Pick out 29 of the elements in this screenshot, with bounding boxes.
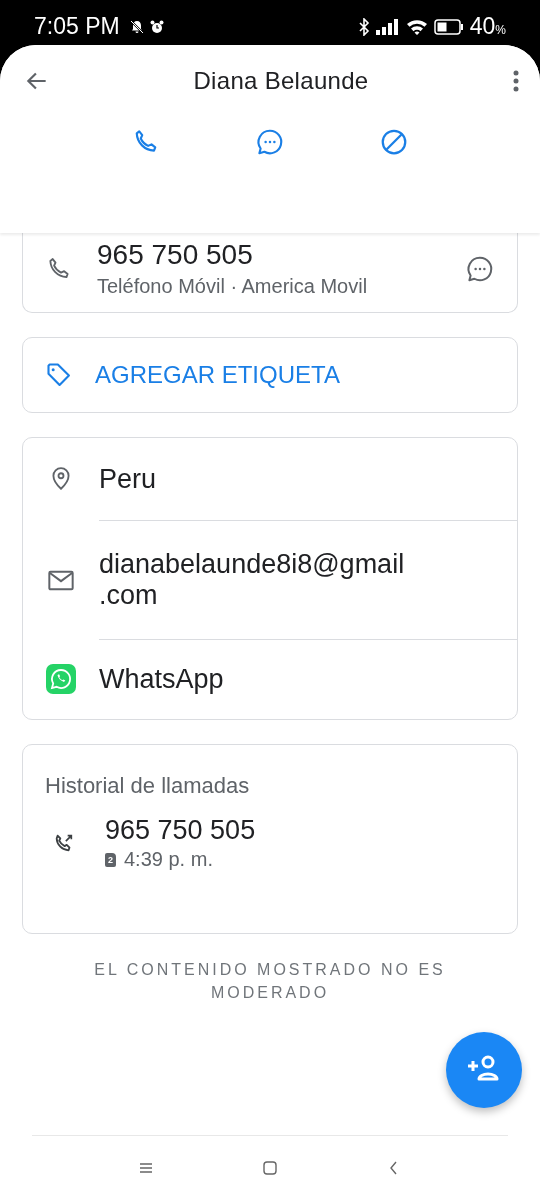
email-address[interactable]: dianabelaunde8i8@gmail .com [99,520,517,639]
whatsapp-icon [46,664,76,694]
battery-level: 40% [469,13,506,40]
notice-text: EL CONTENIDO MOSTRADO NO ES MODERADO [93,960,447,1003]
location-text[interactable]: Peru [99,447,517,511]
status-time: 7:05 PM [34,13,120,40]
silent-bell-icon [129,19,144,34]
signal-icon [375,18,400,35]
contact-name: Diana Belaunde [193,67,369,95]
tag-icon [45,361,73,389]
phone-number[interactable]: 965 750 505 [97,239,465,271]
wifi-icon [405,18,428,35]
add-tag-button[interactable]: AGREGAR ETIQUETA [22,337,518,413]
section-title: Historial de llamadas [45,773,251,799]
sim-badge: 2 [105,852,116,867]
battery-icon [433,18,464,35]
menu-icon [138,1161,154,1175]
bluetooth-icon [357,17,370,36]
add-contact-button[interactable] [446,1032,522,1108]
alarm-icon [149,19,164,34]
call-number[interactable]: 965 750 505 [105,815,256,846]
more-options-button[interactable] [512,68,520,94]
outgoing-call-icon [53,832,75,854]
block-button[interactable] [379,127,409,157]
square-icon [262,1160,278,1176]
phone-type: Teléfono Móvil · America Movil [97,275,369,298]
message-button[interactable] [255,127,285,157]
call-time: 4:39 p. m. [124,848,213,871]
whatsapp-link[interactable]: WhatsApp [99,639,517,719]
